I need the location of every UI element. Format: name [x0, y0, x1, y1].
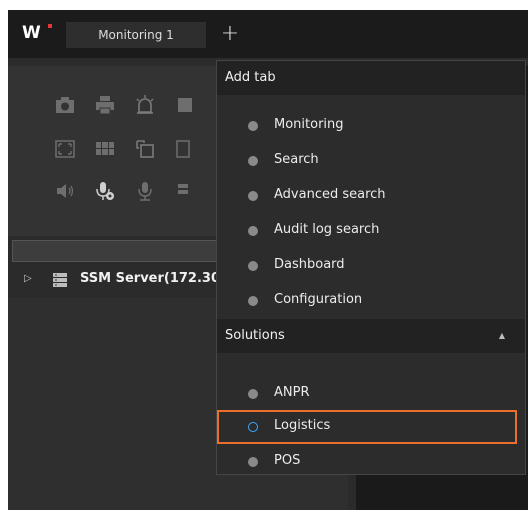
menu-item-dashboard[interactable]: Dashboard — [217, 249, 525, 283]
app-window: W Monitoring 1 + ▷ SSM Server(172.30 Add… — [8, 10, 528, 510]
menu-item-advanced-search[interactable]: Advanced search — [217, 179, 525, 213]
server-icon — [52, 272, 68, 288]
top-bar: W Monitoring 1 + — [8, 10, 528, 58]
radio-ring-icon — [248, 422, 258, 432]
record-icon[interactable] — [174, 94, 196, 116]
menu-item-pos[interactable]: POS — [217, 445, 525, 479]
app-logo: W — [22, 24, 52, 42]
add-tab-button[interactable]: + — [218, 22, 242, 48]
solutions-section-header[interactable]: Solutions ▲ — [217, 319, 525, 353]
collapse-caret-icon[interactable]: ▲ — [499, 319, 505, 353]
add-tab-header: Add tab — [217, 61, 525, 95]
add-tab-dropdown: Add tab Monitoring Search Advanced searc… — [216, 60, 526, 475]
panel-icon[interactable] — [174, 138, 196, 160]
menu-item-logistics[interactable]: Logistics — [217, 410, 517, 444]
menu-item-anpr[interactable]: ANPR — [217, 377, 525, 411]
camera-icon[interactable] — [54, 94, 76, 116]
bullet-icon — [248, 296, 258, 306]
expand-arrow-icon[interactable]: ▷ — [24, 273, 32, 284]
menu-item-monitoring[interactable]: Monitoring — [217, 109, 525, 143]
microphone-icon[interactable] — [134, 180, 156, 202]
bullet-icon — [248, 457, 258, 467]
tab-monitoring-1[interactable]: Monitoring 1 — [66, 22, 206, 48]
menu-item-configuration[interactable]: Configuration — [217, 284, 525, 318]
bullet-icon — [248, 191, 258, 201]
bullet-icon — [248, 156, 258, 166]
server-label: SSM Server(172.30 — [80, 271, 221, 286]
bullet-icon — [248, 226, 258, 236]
layout-grid-icon[interactable] — [94, 138, 116, 160]
alarm-icon[interactable] — [134, 94, 156, 116]
copy-window-icon[interactable] — [134, 138, 156, 160]
menu-item-audit-log-search[interactable]: Audit log search — [217, 214, 525, 248]
menu-item-search[interactable]: Search — [217, 144, 525, 178]
printer-icon[interactable] — [94, 94, 116, 116]
speaker-icon[interactable] — [54, 180, 76, 202]
microphone-settings-icon[interactable] — [94, 180, 116, 202]
bullet-icon — [248, 121, 258, 131]
fullscreen-icon[interactable] — [54, 138, 76, 160]
list-icon[interactable] — [174, 180, 196, 202]
bullet-icon — [248, 389, 258, 399]
bullet-icon — [248, 261, 258, 271]
